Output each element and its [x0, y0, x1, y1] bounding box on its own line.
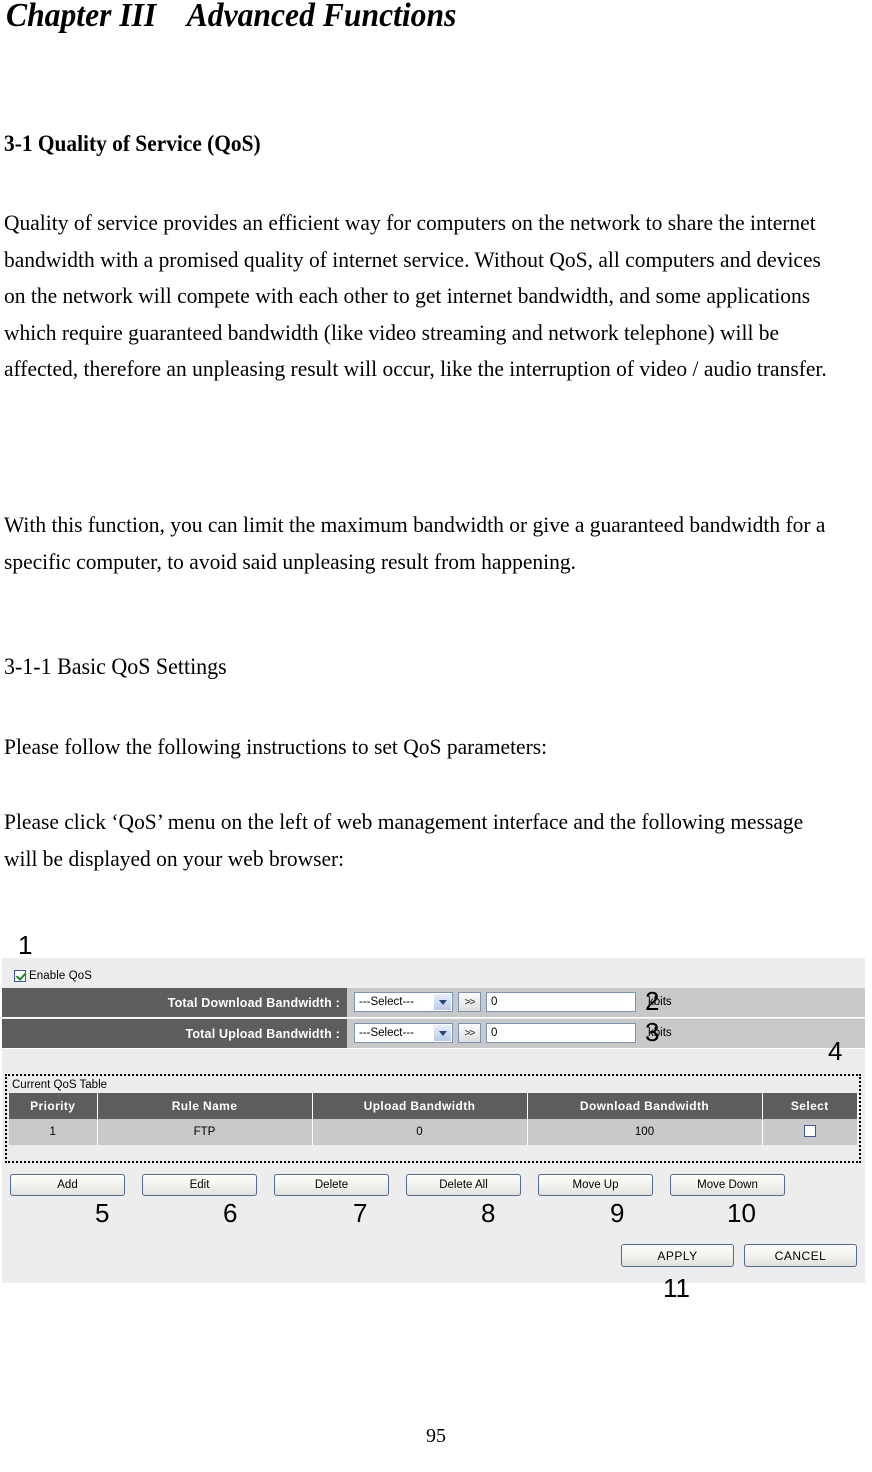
- current-qos-table-caption: Current QoS Table: [12, 1079, 108, 1091]
- callout-10: 10: [727, 1198, 756, 1228]
- delete-all-button[interactable]: Delete All: [406, 1174, 521, 1196]
- callout-7: 7: [353, 1198, 368, 1228]
- cell-select[interactable]: [762, 1119, 857, 1145]
- move-up-button[interactable]: Move Up: [538, 1174, 653, 1196]
- callout-2: 2: [645, 986, 660, 1016]
- cell-priority: 1: [9, 1119, 98, 1145]
- move-down-button[interactable]: Move Down: [670, 1174, 785, 1196]
- document-page: Chapter III Advanced Functions 3-1 Quali…: [0, 0, 872, 1472]
- upload-bandwidth-select[interactable]: ---Select---: [354, 1023, 453, 1043]
- callout-4: 4: [828, 1036, 843, 1066]
- total-download-bandwidth-label: Total Download Bandwidth :: [2, 988, 347, 1017]
- sub-heading: 3-1-1 Basic QoS Settings: [4, 654, 227, 679]
- chevron-down-icon[interactable]: [434, 994, 451, 1010]
- callout-5: 5: [95, 1198, 110, 1228]
- enable-qos-row[interactable]: Enable QoS: [2, 966, 92, 986]
- current-qos-table-frame: Current QoS Table Priority Rule Name Upl…: [5, 1074, 861, 1163]
- column-header-upload-bandwidth: Upload Bandwidth: [312, 1093, 528, 1119]
- upload-bandwidth-apply-preset-button[interactable]: >>: [458, 1023, 481, 1043]
- enable-qos-label: Enable QoS: [29, 970, 93, 982]
- edit-button[interactable]: Edit: [142, 1174, 257, 1196]
- chevron-down-icon[interactable]: [434, 1025, 451, 1041]
- column-header-priority: Priority: [9, 1093, 98, 1119]
- upload-bandwidth-select-value: ---Select---: [359, 1027, 414, 1039]
- download-bandwidth-input[interactable]: 0: [486, 992, 636, 1012]
- qos-settings-panel: Enable QoS Total Download Bandwidth : --…: [2, 958, 865, 1283]
- column-header-download-bandwidth: Download Bandwidth: [527, 1093, 763, 1119]
- total-upload-bandwidth-controls: ---Select--- >> 0 kbits: [354, 1023, 672, 1043]
- current-qos-table: Priority Rule Name Upload Bandwidth Down…: [9, 1093, 857, 1145]
- total-download-bandwidth-row: Total Download Bandwidth : ---Select--- …: [2, 988, 865, 1018]
- cell-rule-name: FTP: [97, 1119, 313, 1145]
- apply-button[interactable]: APPLY: [621, 1244, 734, 1267]
- callout-3: 3: [645, 1017, 660, 1047]
- callout-11: 11: [663, 1273, 690, 1303]
- paragraph-1: Quality of service provides an efficient…: [4, 205, 835, 388]
- paragraph-2: With this function, you can limit the ma…: [4, 507, 835, 580]
- paragraph-3: Please follow the following instructions…: [4, 729, 835, 766]
- callout-1: 1: [18, 930, 33, 960]
- form-submit-buttons: APPLY CANCEL: [621, 1244, 857, 1267]
- download-bandwidth-apply-preset-button[interactable]: >>: [458, 992, 481, 1012]
- callout-6: 6: [223, 1198, 238, 1228]
- chapter-title: Chapter III Advanced Functions: [6, 0, 457, 34]
- column-header-rule-name: Rule Name: [97, 1093, 313, 1119]
- paragraph-4: Please click ‘QoS’ menu on the left of w…: [4, 804, 835, 877]
- table-header-row: Priority Rule Name Upload Bandwidth Down…: [9, 1093, 857, 1119]
- row-select-checkbox[interactable]: [803, 1124, 816, 1137]
- total-upload-bandwidth-label: Total Upload Bandwidth :: [2, 1019, 347, 1048]
- table-row: 1 FTP 0 100: [9, 1119, 857, 1145]
- upload-bandwidth-input[interactable]: 0: [486, 1023, 636, 1043]
- cell-upload-bandwidth: 0: [312, 1119, 528, 1145]
- callout-9: 9: [610, 1198, 625, 1228]
- delete-button[interactable]: Delete: [274, 1174, 389, 1196]
- download-bandwidth-select-value: ---Select---: [359, 996, 414, 1008]
- page-number: 95: [426, 1425, 446, 1447]
- cancel-button[interactable]: CANCEL: [744, 1244, 857, 1267]
- callout-8: 8: [481, 1198, 496, 1228]
- cell-download-bandwidth: 100: [527, 1119, 763, 1145]
- qos-action-buttons: Add Edit Delete Delete All Move Up Move …: [10, 1174, 785, 1196]
- section-heading: 3-1 Quality of Service (QoS): [4, 131, 261, 156]
- paragraph-3-text: Please follow the following instructions…: [4, 734, 548, 759]
- paragraph-1-text: Quality of service provides an efficient…: [4, 210, 827, 381]
- checkbox-checked-icon[interactable]: [14, 970, 26, 982]
- paragraph-2-text: With this function, you can limit the ma…: [4, 512, 831, 574]
- column-header-select: Select: [762, 1093, 857, 1119]
- paragraph-4-text: Please click ‘QoS’ menu on the left of w…: [4, 809, 809, 871]
- total-upload-bandwidth-row: Total Upload Bandwidth : ---Select--- >>…: [2, 1019, 865, 1049]
- download-bandwidth-select[interactable]: ---Select---: [354, 992, 453, 1012]
- total-download-bandwidth-controls: ---Select--- >> 0 kbits: [354, 992, 672, 1012]
- add-button[interactable]: Add: [10, 1174, 125, 1196]
